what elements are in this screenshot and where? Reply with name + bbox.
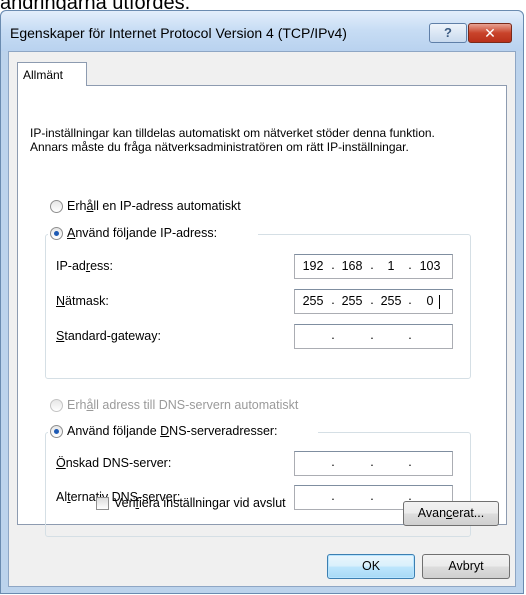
tab-general[interactable]: Allmänt <box>17 62 87 86</box>
ip-address-input[interactable]: 192 . 168 . 1 . 103 <box>294 254 453 279</box>
advanced-button[interactable]: Avancerat... <box>403 501 499 526</box>
validate-settings-label[interactable]: Verifiera inställningar vid avslut <box>114 496 286 510</box>
radio-dns-manual[interactable] <box>50 425 63 438</box>
title-bar[interactable]: Egenskaper för Internet Protocol Version… <box>1 11 523 51</box>
radio-dns-automatic[interactable] <box>50 399 63 412</box>
subnet-mask-input[interactable]: 255 . 255 . 255 . 0 <box>294 289 453 314</box>
help-button[interactable]: ? <box>429 23 467 43</box>
dialog-title: Egenskaper för Internet Protocol Version… <box>10 25 347 41</box>
text-caret <box>439 295 440 309</box>
help-icon: ? <box>444 25 452 40</box>
radio-ip-manual-label[interactable]: Använd följande IP-adress: <box>67 226 217 240</box>
close-icon: ✕ <box>484 25 496 41</box>
radio-dns-manual-label[interactable]: Använd följande DNS-serveradresser: <box>67 424 278 438</box>
preferred-dns-input[interactable]: . . . <box>294 451 453 476</box>
properties-dialog: Egenskaper för Internet Protocol Version… <box>0 10 524 594</box>
validate-settings-checkbox[interactable] <box>96 497 109 510</box>
default-gateway-label: Standard-gateway: <box>56 329 161 343</box>
description-text: IP-inställningar kan tilldelas automatis… <box>30 126 435 154</box>
dialog-client-area: Allmänt IP-inställningar kan tilldelas a… <box>8 51 516 587</box>
subnet-mask-label: Nätmask: <box>56 294 109 308</box>
radio-ip-automatic-label[interactable]: Erhåll en IP-adress automatiskt <box>67 199 241 213</box>
ip-address-label: IP-adress: <box>56 259 113 273</box>
default-gateway-input[interactable]: . . . <box>294 324 453 349</box>
ok-button[interactable]: OK <box>327 554 415 579</box>
radio-ip-automatic[interactable] <box>50 200 63 213</box>
tab-general-label: Allmänt <box>23 68 64 82</box>
radio-ip-manual[interactable] <box>50 227 63 240</box>
preferred-dns-label: Önskad DNS-server: <box>56 456 172 470</box>
radio-dns-automatic-label[interactable]: Erhåll adress till DNS-servern automatis… <box>67 398 298 412</box>
cancel-button[interactable]: Avbryt <box>422 554 510 579</box>
close-button[interactable]: ✕ <box>468 23 512 43</box>
tab-page-general: IP-inställningar kan tilldelas automatis… <box>17 85 507 537</box>
